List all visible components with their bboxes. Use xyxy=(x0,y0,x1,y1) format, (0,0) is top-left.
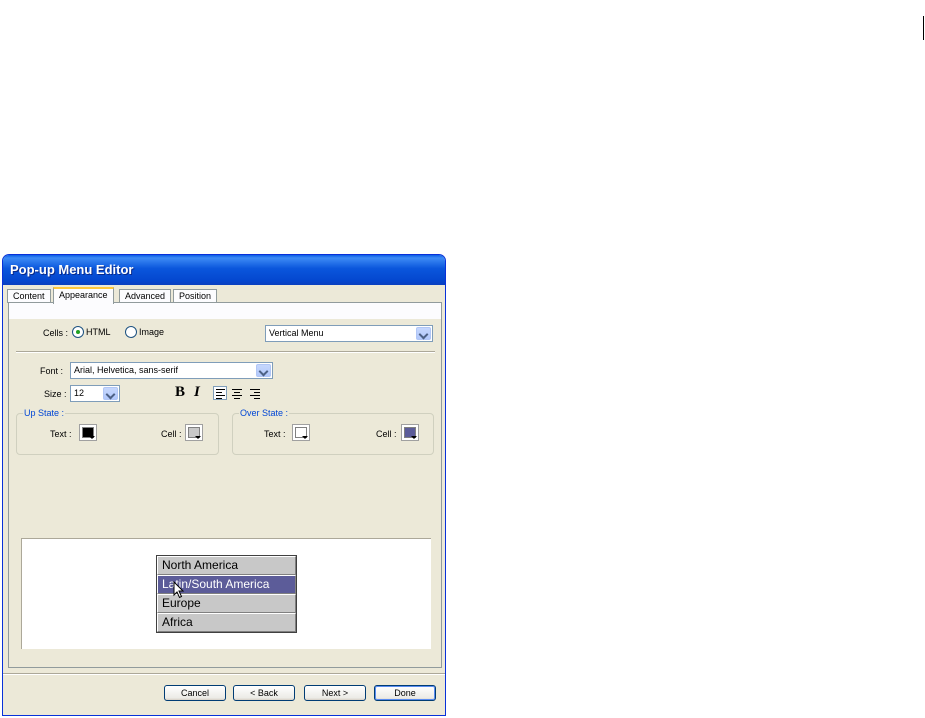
align-center-icon[interactable] xyxy=(230,386,244,400)
tab-appearance[interactable]: Appearance xyxy=(53,287,114,304)
divider xyxy=(16,351,435,353)
font-label: Font : xyxy=(40,366,64,376)
over-state-title: Over State : xyxy=(239,408,290,418)
mouse-cursor-icon xyxy=(173,581,185,599)
tab-advanced[interactable]: Advanced xyxy=(119,289,172,303)
up-state-title: Up State : xyxy=(23,408,66,418)
done-button[interactable]: Done xyxy=(374,685,436,701)
over-cell-label: Cell : xyxy=(376,429,397,439)
over-state-group: Over State : Text : Cell : xyxy=(232,408,434,455)
edge-mark xyxy=(923,16,924,40)
over-text-color-swatch[interactable] xyxy=(292,424,310,441)
cancel-button[interactable]: Cancel xyxy=(164,685,226,701)
footer-divider xyxy=(3,673,445,675)
menu-preview: North America Latin/South America Europe… xyxy=(21,538,431,649)
radio-image-label: Image xyxy=(139,327,165,337)
font-select[interactable]: Arial, Helvetica, sans-serif xyxy=(70,362,273,379)
cells-label: Cells : xyxy=(43,328,69,338)
italic-button[interactable]: I xyxy=(194,384,200,401)
up-cell-color-swatch[interactable] xyxy=(185,424,203,441)
radio-image[interactable] xyxy=(125,326,137,338)
chevron-down-icon[interactable] xyxy=(256,364,271,377)
size-select[interactable]: 12 xyxy=(70,385,120,402)
popup-menu-editor-dialog: Pop-up Menu Editor Content Appearance Ad… xyxy=(2,254,446,716)
dialog-title: Pop-up Menu Editor xyxy=(10,262,134,277)
next-button[interactable]: Next > xyxy=(304,685,366,701)
up-text-label: Text : xyxy=(50,429,72,439)
orientation-select[interactable]: Vertical Menu xyxy=(265,325,433,342)
radio-html[interactable] xyxy=(72,326,84,338)
over-text-label: Text : xyxy=(264,429,286,439)
over-cell-color-swatch[interactable] xyxy=(401,424,419,441)
align-left-icon[interactable] xyxy=(213,386,227,400)
up-text-color-swatch[interactable] xyxy=(79,424,97,441)
title-bar[interactable]: Pop-up Menu Editor xyxy=(3,255,445,285)
chevron-down-icon[interactable] xyxy=(416,327,431,340)
chevron-down-icon[interactable] xyxy=(103,387,118,400)
font-value: Arial, Helvetica, sans-serif xyxy=(74,365,179,375)
align-right-icon[interactable] xyxy=(247,386,261,400)
up-state-group: Up State : Text : Cell : xyxy=(16,408,219,455)
appearance-panel: Cells : HTML Image Vertical Menu Font : … xyxy=(8,302,442,668)
back-button[interactable]: < Back xyxy=(233,685,295,701)
orientation-value: Vertical Menu xyxy=(269,328,324,338)
tab-content[interactable]: Content xyxy=(7,289,51,303)
up-cell-label: Cell : xyxy=(161,429,182,439)
size-label: Size : xyxy=(44,389,67,399)
tab-position[interactable]: Position xyxy=(173,289,218,303)
preview-menu: North America Latin/South America Europe… xyxy=(156,555,297,633)
preview-menu-item[interactable]: North America xyxy=(157,556,296,575)
preview-menu-item[interactable]: Africa xyxy=(157,613,296,632)
bold-button[interactable]: B xyxy=(175,384,185,401)
radio-html-label: HTML xyxy=(86,327,111,337)
size-value: 12 xyxy=(74,388,85,398)
